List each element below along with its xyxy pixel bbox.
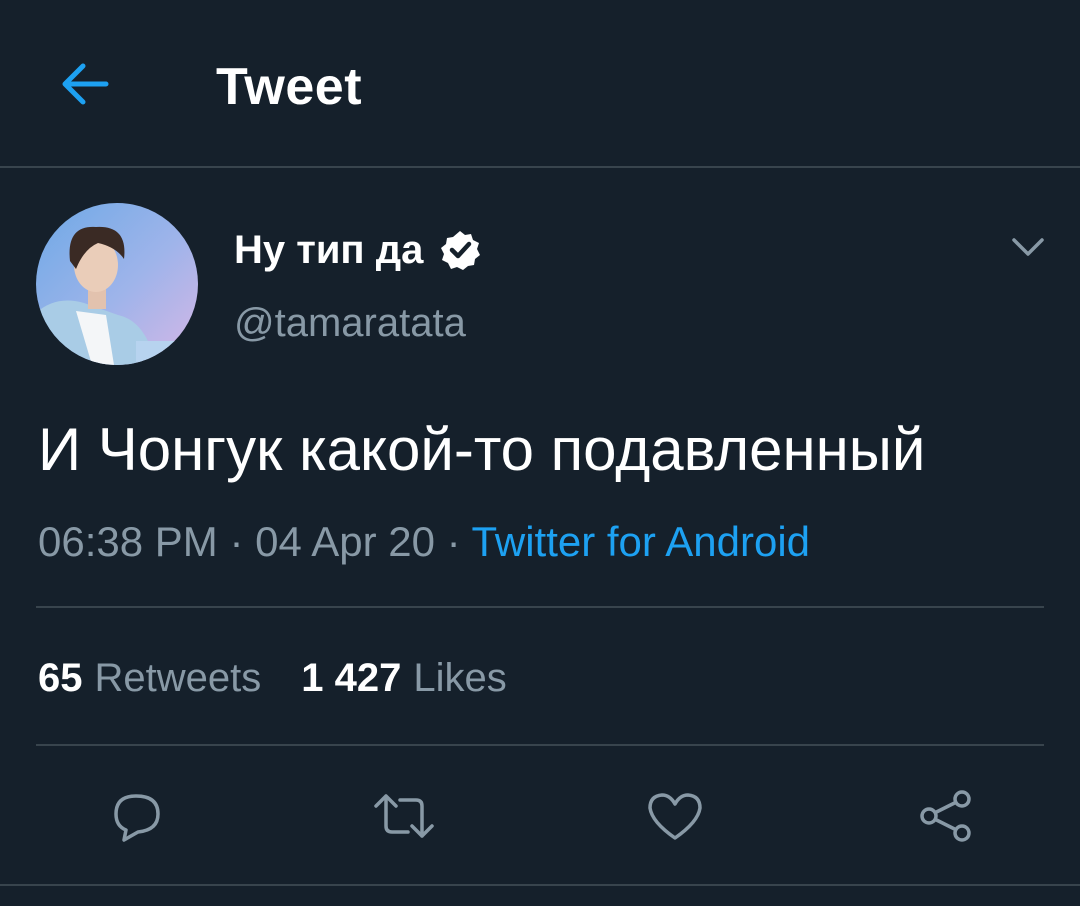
retweet-icon xyxy=(374,794,434,838)
tweet-menu-button[interactable] xyxy=(1010,232,1046,262)
tweet-date: 04 Apr 20 xyxy=(255,518,435,565)
author-name: Ну тип да xyxy=(234,228,424,272)
divider xyxy=(36,744,1044,746)
tweet-stats: 65 Retweets 1 427 Likes xyxy=(38,654,507,702)
share-icon xyxy=(920,790,971,842)
divider xyxy=(36,606,1044,608)
arrow-left-icon xyxy=(62,63,109,105)
reply-icon xyxy=(114,794,160,842)
tweet-time: 06:38 PM xyxy=(38,518,218,565)
top-app-bar: Tweet xyxy=(0,0,1080,168)
share-button[interactable] xyxy=(914,784,978,848)
retweets-label: Retweets xyxy=(94,656,262,700)
meta-separator: · xyxy=(229,518,244,565)
tweet-meta: 06:38 PM · 04 Apr 20 · Twitter for Andro… xyxy=(38,517,810,567)
retweets-stat[interactable]: 65 Retweets xyxy=(38,654,261,702)
avatar-photo xyxy=(36,203,198,365)
divider xyxy=(0,884,1080,886)
likes-count: 1 427 xyxy=(301,656,402,700)
retweets-count: 65 xyxy=(38,656,83,700)
tweet-source-link[interactable]: Twitter for Android xyxy=(472,518,810,565)
chevron-down-icon xyxy=(1012,238,1044,256)
page-title: Tweet xyxy=(216,58,363,116)
author-name-row[interactable]: Ну тип да xyxy=(234,226,481,274)
likes-stat[interactable]: 1 427 Likes xyxy=(301,654,507,702)
tweet-text: И Чонгук какой-то подавленный xyxy=(38,416,926,483)
like-button[interactable] xyxy=(643,784,707,848)
retweet-button[interactable] xyxy=(372,784,436,848)
avatar[interactable] xyxy=(36,203,198,365)
likes-label: Likes xyxy=(413,656,507,700)
reply-button[interactable] xyxy=(104,784,168,848)
verified-badge-icon xyxy=(441,231,481,270)
back-button[interactable] xyxy=(52,55,116,113)
like-icon xyxy=(648,793,702,840)
meta-separator: · xyxy=(446,518,461,565)
author-handle[interactable]: @tamaratata xyxy=(234,299,466,347)
